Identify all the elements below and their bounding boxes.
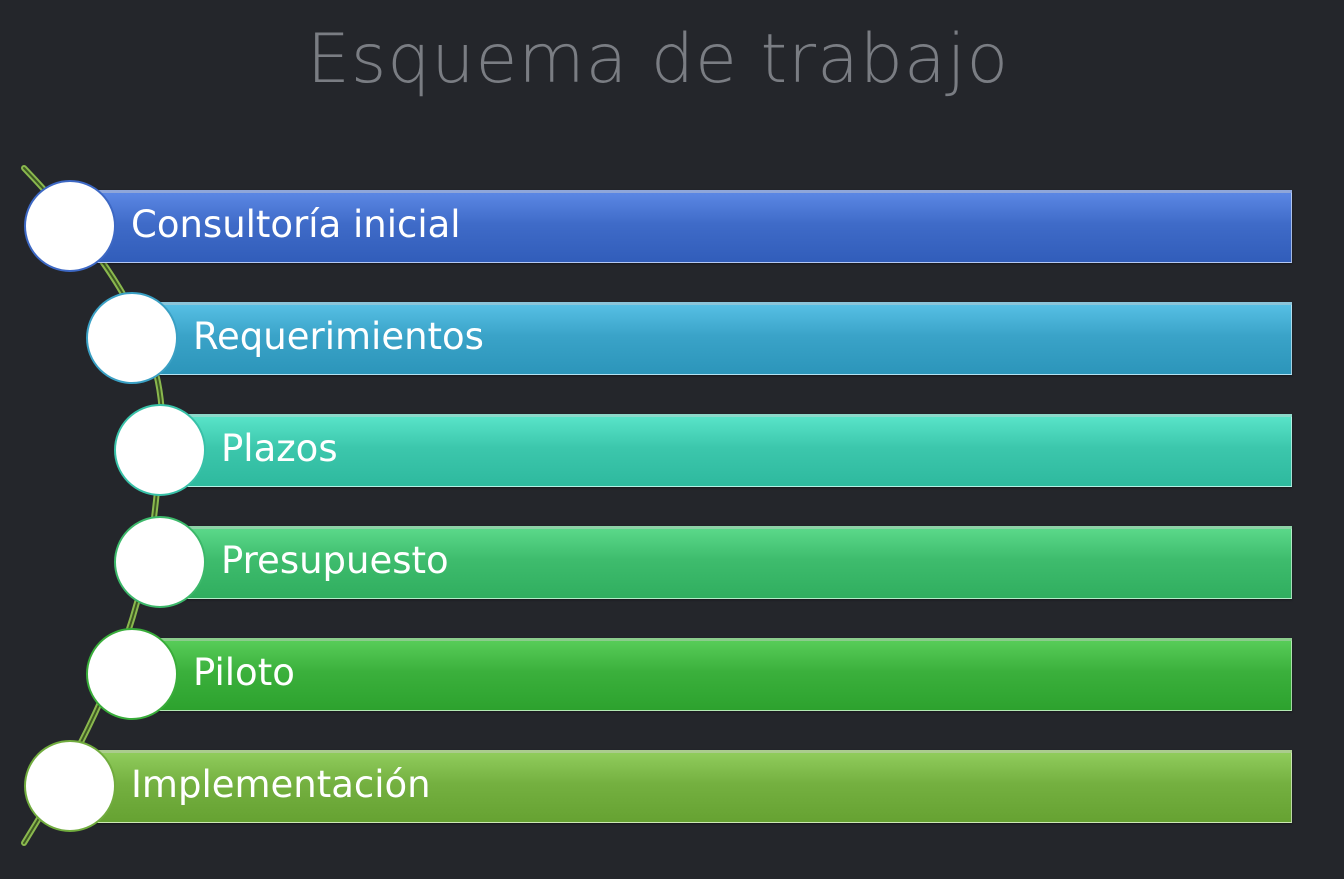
step-label-plazos: Plazos [221,427,338,470]
step-label-requerimientos: Requerimientos [193,315,484,358]
step-node-consultoria [24,180,116,272]
step-bar-piloto [132,638,1292,711]
step-label-piloto: Piloto [193,651,295,694]
step-label-presupuesto: Presupuesto [221,539,449,582]
step-node-requerimientos [86,292,178,384]
step-label-consultoria: Consultoría inicial [131,203,461,246]
step-node-implementacion [24,740,116,832]
step-node-piloto [86,628,178,720]
step-node-plazos [114,404,206,496]
step-node-presupuesto [114,516,206,608]
step-label-implementacion: Implementación [131,763,431,806]
